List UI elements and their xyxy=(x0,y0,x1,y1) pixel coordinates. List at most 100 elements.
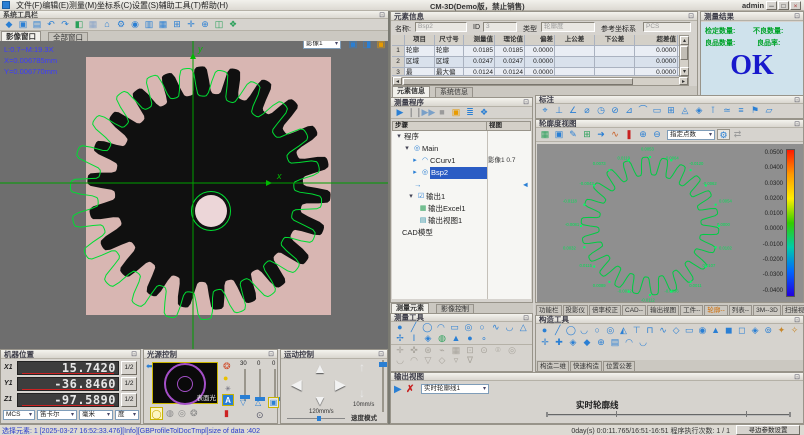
tree-item-main[interactable]: ▾◎Main xyxy=(392,143,531,155)
col-lower-tol[interactable]: 下公差 xyxy=(595,35,635,45)
name-field[interactable]: Bsp2 xyxy=(415,22,467,32)
ring-icon[interactable]: ◎ xyxy=(462,322,475,333)
combo-unit[interactable]: 毫米▾ xyxy=(79,410,113,420)
power-icon[interactable]: ⊙ xyxy=(256,410,264,421)
tab-position-tolerance[interactable]: 位置公差 xyxy=(603,361,635,371)
diamond-icon[interactable]: ◈ xyxy=(693,105,706,116)
float-icon[interactable]: ⊡ xyxy=(131,350,137,358)
ring-icon[interactable]: ◎ xyxy=(604,325,616,336)
curve-icon[interactable]: ∿ xyxy=(609,129,622,140)
table-row[interactable]: 2区域区域0.02470.02470.00000.0000 xyxy=(392,57,679,68)
dia-icon[interactable]: ◇ xyxy=(436,355,449,366)
zoom-in-icon[interactable]: ⊕ xyxy=(637,129,650,140)
ring2-icon[interactable]: ◎ xyxy=(506,345,519,356)
flatness-icon[interactable]: ⊿ xyxy=(623,105,636,116)
table-hscrollbar[interactable]: ◂ ▸ xyxy=(392,77,689,86)
float-icon[interactable]: ⊡ xyxy=(794,373,800,381)
undo-icon[interactable]: ↶ xyxy=(45,19,58,30)
feed-slider[interactable] xyxy=(287,416,345,420)
realtime-profile-combo[interactable]: 实时轮廓线1▾ xyxy=(421,384,489,394)
profile-plot[interactable]: 0.05000.04000.03000.02000.01000.0000-0.0… xyxy=(537,144,803,302)
tree-item-output-excel1[interactable]: ▦输出Excel1 xyxy=(392,203,531,215)
bolt-icon[interactable]: ⌁ xyxy=(436,345,449,356)
float-icon[interactable]: ⊡ xyxy=(523,314,529,322)
scatter-icon[interactable]: ✢ xyxy=(394,333,407,344)
straightness-icon[interactable]: ⊺ xyxy=(707,105,720,116)
tri-icon[interactable]: ▽ xyxy=(422,355,435,366)
save-icon[interactable]: ▤ xyxy=(31,19,44,30)
arc-up-icon[interactable]: ◠ xyxy=(623,337,636,348)
edge-params-button[interactable]: 寻边参数设置 xyxy=(736,425,800,435)
tab-scan-view[interactable]: 扫描视图 xyxy=(782,305,804,315)
scroll-left-icon[interactable]: ◂ xyxy=(393,77,402,85)
crosshair-icon[interactable]: ✛ xyxy=(185,19,198,30)
circle-icon[interactable]: ◯ xyxy=(565,325,577,336)
combo-coordsys[interactable]: MCS▾ xyxy=(3,410,35,420)
datum-icon[interactable]: ⌖ xyxy=(539,105,552,116)
open-icon[interactable]: ▣ xyxy=(17,19,30,30)
cone-icon[interactable]: ▲ xyxy=(450,333,463,344)
tab-construct-2d[interactable]: 构造二维 xyxy=(537,361,569,371)
gem-icon[interactable]: ◈ xyxy=(422,333,435,344)
cone-icon[interactable]: ◬ xyxy=(679,105,692,116)
col-deviation[interactable]: 偏差 xyxy=(525,35,555,45)
arc-down-icon[interactable]: ◡ xyxy=(637,337,650,348)
jog-z-up-button[interactable]: ↑ xyxy=(359,360,365,374)
tab-quick-construct[interactable]: 快速构造 xyxy=(570,361,602,371)
play-icon[interactable]: ▶ xyxy=(394,384,402,395)
grid-view-icon[interactable]: ▦ xyxy=(87,19,100,30)
camera-icon[interactable]: ◉ xyxy=(129,19,142,30)
step-icon[interactable]: ▶▶ xyxy=(422,107,435,118)
tree-insert-marker[interactable]: →◄ xyxy=(392,179,531,191)
axis-x-half-button[interactable]: 1/2 xyxy=(121,361,137,375)
tab-workpiece[interactable]: 工件-- xyxy=(680,305,703,315)
height-icon[interactable]: Ⅰ xyxy=(408,333,421,344)
swap-icon[interactable]: ⇄ xyxy=(731,129,744,140)
float-icon[interactable]: ⊡ xyxy=(523,98,529,106)
tab-cad[interactable]: CAD-- xyxy=(622,305,646,315)
home-icon[interactable]: ⌂ xyxy=(101,19,114,30)
col-view[interactable]: 视图 xyxy=(487,122,502,130)
run-icon[interactable]: ▶ xyxy=(394,107,407,118)
tree-item-program[interactable]: ▾程序 xyxy=(392,131,531,143)
table-vscrollbar[interactable]: ▴ ▾ xyxy=(679,35,689,77)
arc-icon[interactable]: ◡ xyxy=(578,325,590,336)
float-icon[interactable]: ⊡ xyxy=(794,12,800,20)
tab-profile[interactable]: 轮廓-- xyxy=(704,305,727,315)
ellipse-icon[interactable]: ○ xyxy=(591,325,603,336)
close-button[interactable]: × xyxy=(790,1,801,10)
ring-light-4-icon[interactable]: ❂ xyxy=(190,408,198,419)
pause-icon[interactable]: ❙❙ xyxy=(408,107,421,118)
minimize-button[interactable]: ─ xyxy=(766,1,777,10)
ref-coordsys-field[interactable]: PCS xyxy=(643,22,691,32)
col-step[interactable]: 步骤 xyxy=(393,122,487,130)
tag2-icon[interactable]: ✧ xyxy=(788,325,800,336)
parallel-icon[interactable]: ≃ xyxy=(721,105,734,116)
tab-element-info[interactable]: 元素信息 xyxy=(392,86,430,97)
plus-icon[interactable]: ✚ xyxy=(553,337,566,348)
float-icon[interactable]: ⊡ xyxy=(794,96,800,104)
triangle-icon[interactable]: ▲ xyxy=(710,325,722,336)
settings-icon[interactable]: ⚙ xyxy=(115,19,128,30)
color-wheel-icon[interactable]: ❂ xyxy=(223,361,231,372)
col-upper-tol[interactable]: 上公差 xyxy=(555,35,595,45)
target-icon[interactable]: ⊚ xyxy=(762,325,774,336)
type-field[interactable]: 轮廓度 xyxy=(541,22,595,32)
float-icon[interactable]: ⊡ xyxy=(794,120,800,128)
pointer-icon[interactable]: ◆ xyxy=(3,19,16,30)
redo-icon[interactable]: ↷ xyxy=(59,19,72,30)
arcup-icon[interactable]: ◠ xyxy=(408,355,421,366)
zoom-out-icon[interactable]: ⊖ xyxy=(651,129,664,140)
cylinder-icon[interactable]: ● xyxy=(464,333,477,344)
image-icon[interactable]: ▣ xyxy=(553,129,566,140)
edit-icon[interactable]: ✎ xyxy=(567,129,580,140)
ellipse-icon[interactable]: ○ xyxy=(476,322,489,333)
merge-icon[interactable]: ⊕ xyxy=(595,337,608,348)
runout-icon[interactable]: ◷ xyxy=(595,105,608,116)
jog-down-button[interactable]: ▼ xyxy=(313,392,327,408)
arc2-icon[interactable]: ◡ xyxy=(503,322,516,333)
tab-3d[interactable]: 3M--3D xyxy=(753,305,781,315)
concentric-icon[interactable]: ⊘ xyxy=(609,105,622,116)
menu-coordsys[interactable]: 坐标系(C) xyxy=(97,0,132,11)
tab-image-control[interactable]: 影像控制 xyxy=(436,304,474,313)
